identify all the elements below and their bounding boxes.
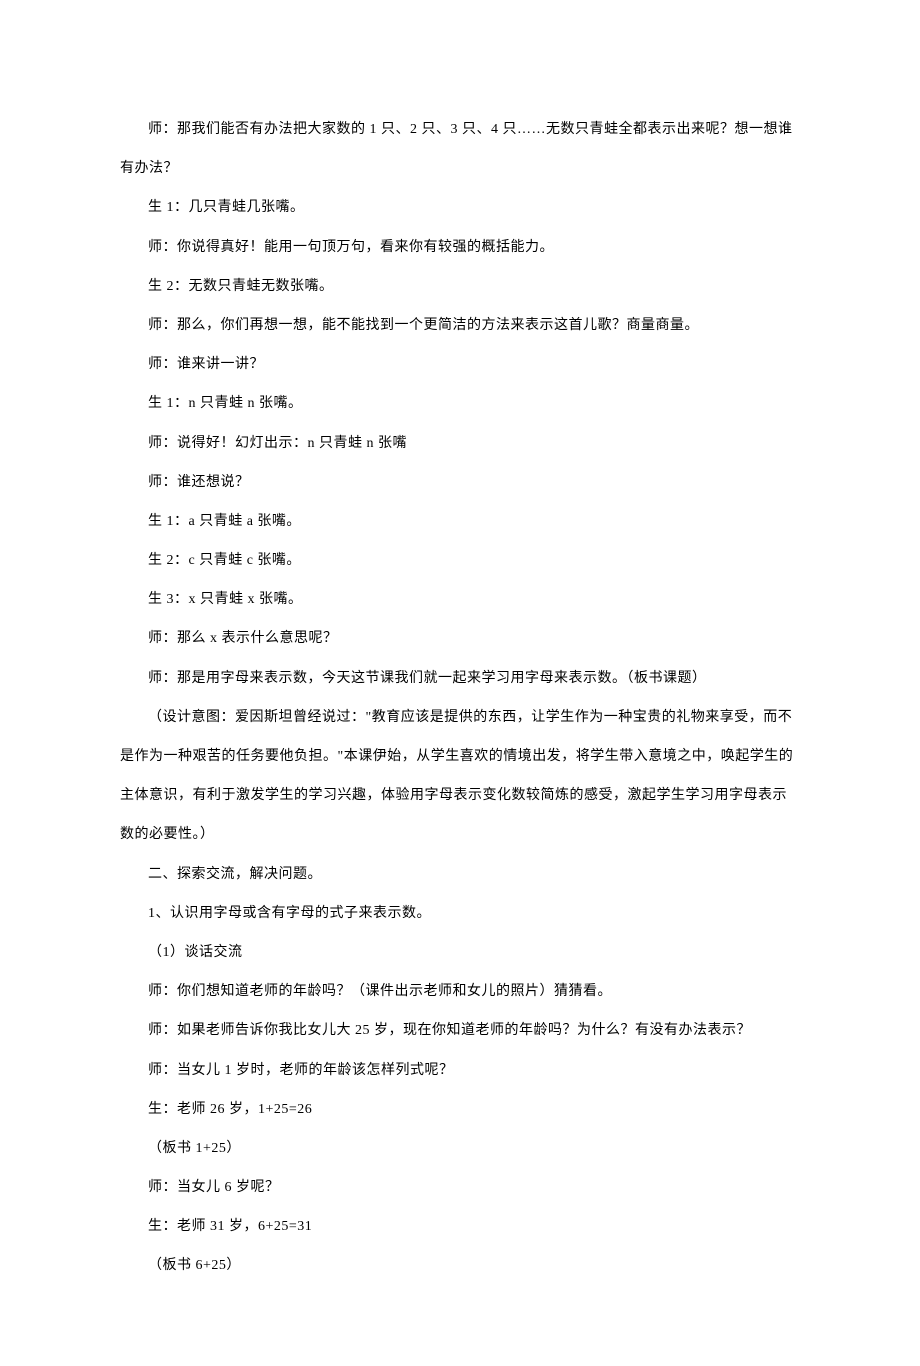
paragraph: 生：老师 31 岁，6+25=31 — [120, 1207, 800, 1246]
paragraph: 师：谁来讲一讲？ — [120, 345, 800, 384]
paragraph: 师：那么，你们再想一想，能不能找到一个更简洁的方法来表示这首儿歌？商量商量。 — [120, 306, 800, 345]
paragraph: 师：你说得真好！能用一句顶万句，看来你有较强的概括能力。 — [120, 228, 800, 267]
paragraph: 生 1：n 只青蛙 n 张嘴。 — [120, 384, 800, 423]
paragraph: 生 1：几只青蛙几张嘴。 — [120, 188, 800, 227]
paragraph: （1）谈话交流 — [120, 933, 800, 972]
paragraph: 生 1：a 只青蛙 a 张嘴。 — [120, 502, 800, 541]
paragraph: 1、认识用字母或含有字母的式子来表示数。 — [120, 894, 800, 933]
paragraph: 生 2：无数只青蛙无数张嘴。 — [120, 267, 800, 306]
paragraph: 生 3：x 只青蛙 x 张嘴。 — [120, 580, 800, 619]
paragraph: 师：那么 x 表示什么意思呢？ — [120, 619, 800, 658]
paragraph: 生：老师 26 岁，1+25=26 — [120, 1090, 800, 1129]
paragraph: 二、探索交流，解决问题。 — [120, 855, 800, 894]
document-page: 师：那我们能否有办法把大家数的 1 只、2 只、3 只、4 只……无数只青蛙全都… — [0, 0, 920, 1366]
paragraph: 生 2：c 只青蛙 c 张嘴。 — [120, 541, 800, 580]
paragraph: 师：谁还想说？ — [120, 463, 800, 502]
paragraph: 师：说得好！幻灯出示：n 只青蛙 n 张嘴 — [120, 424, 800, 463]
paragraph: 师：那我们能否有办法把大家数的 1 只、2 只、3 只、4 只……无数只青蛙全都… — [120, 110, 800, 188]
paragraph: 师：当女儿 1 岁时，老师的年龄该怎样列式呢？ — [120, 1051, 800, 1090]
paragraph: 师：如果老师告诉你我比女儿大 25 岁，现在你知道老师的年龄吗？为什么？有没有办… — [120, 1011, 800, 1050]
paragraph: 师：你们想知道老师的年龄吗？（课件出示老师和女儿的照片）猜猜看。 — [120, 972, 800, 1011]
paragraph: （板书 1+25） — [120, 1129, 800, 1168]
paragraph: 师：那是用字母来表示数，今天这节课我们就一起来学习用字母来表示数。（板书课题） — [120, 659, 800, 698]
paragraph: （板书 6+25） — [120, 1246, 800, 1285]
paragraph: （设计意图：爱因斯坦曾经说过："教育应该是提供的东西，让学生作为一种宝贵的礼物来… — [120, 698, 800, 855]
paragraph: 师：当女儿 6 岁呢？ — [120, 1168, 800, 1207]
